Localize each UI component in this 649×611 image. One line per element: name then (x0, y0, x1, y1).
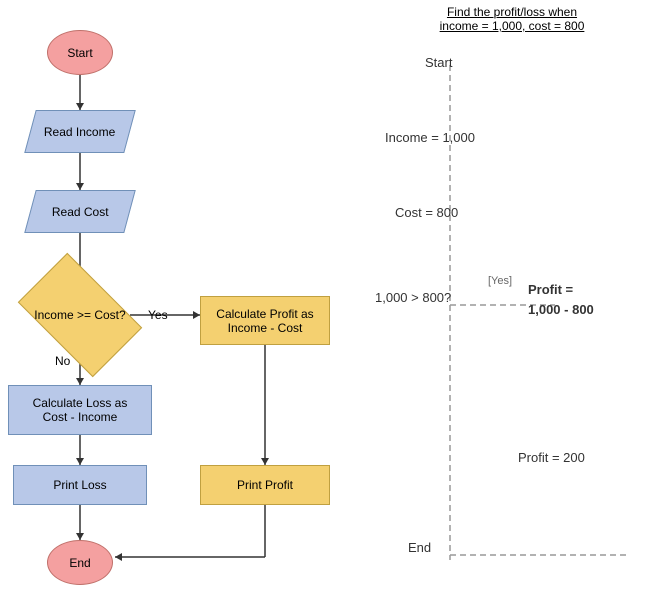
trace-profit-value: Profit = 200 (518, 450, 585, 465)
read-cost-node: Read Cost (24, 190, 136, 233)
start-node: Start (47, 30, 113, 75)
no-label: No (55, 354, 70, 368)
trace-cost: Cost = 800 (395, 205, 458, 220)
trace-end: End (408, 540, 431, 555)
trace-yes-label: [Yes] (488, 275, 512, 287)
read-income-node: Read Income (24, 110, 136, 153)
trace-start: Start (425, 55, 452, 70)
trace-area: Find the profit/loss when income = 1,000… (370, 0, 649, 611)
print-loss-node: Print Loss (13, 465, 147, 505)
calc-profit-node: Calculate Profit as Income - Cost (200, 296, 330, 345)
trace-income: Income = 1,000 (385, 130, 475, 145)
end-node: End (47, 540, 113, 585)
calc-loss-node: Calculate Loss as Cost - Income (8, 385, 152, 435)
diamond-shape (18, 253, 142, 377)
flowchart-area: Start Read Income Read Cost Income >= Co… (0, 0, 370, 611)
trace-decision: 1,000 > 800? (375, 290, 451, 305)
decision-node: Income >= Cost? (27, 280, 133, 350)
yes-label: Yes (148, 308, 168, 322)
trace-profit-calc: Profit = 1,000 - 800 (528, 280, 594, 319)
print-profit-node: Print Profit (200, 465, 330, 505)
trace-lines (370, 0, 649, 611)
trace-title: Find the profit/loss when income = 1,000… (375, 5, 649, 33)
